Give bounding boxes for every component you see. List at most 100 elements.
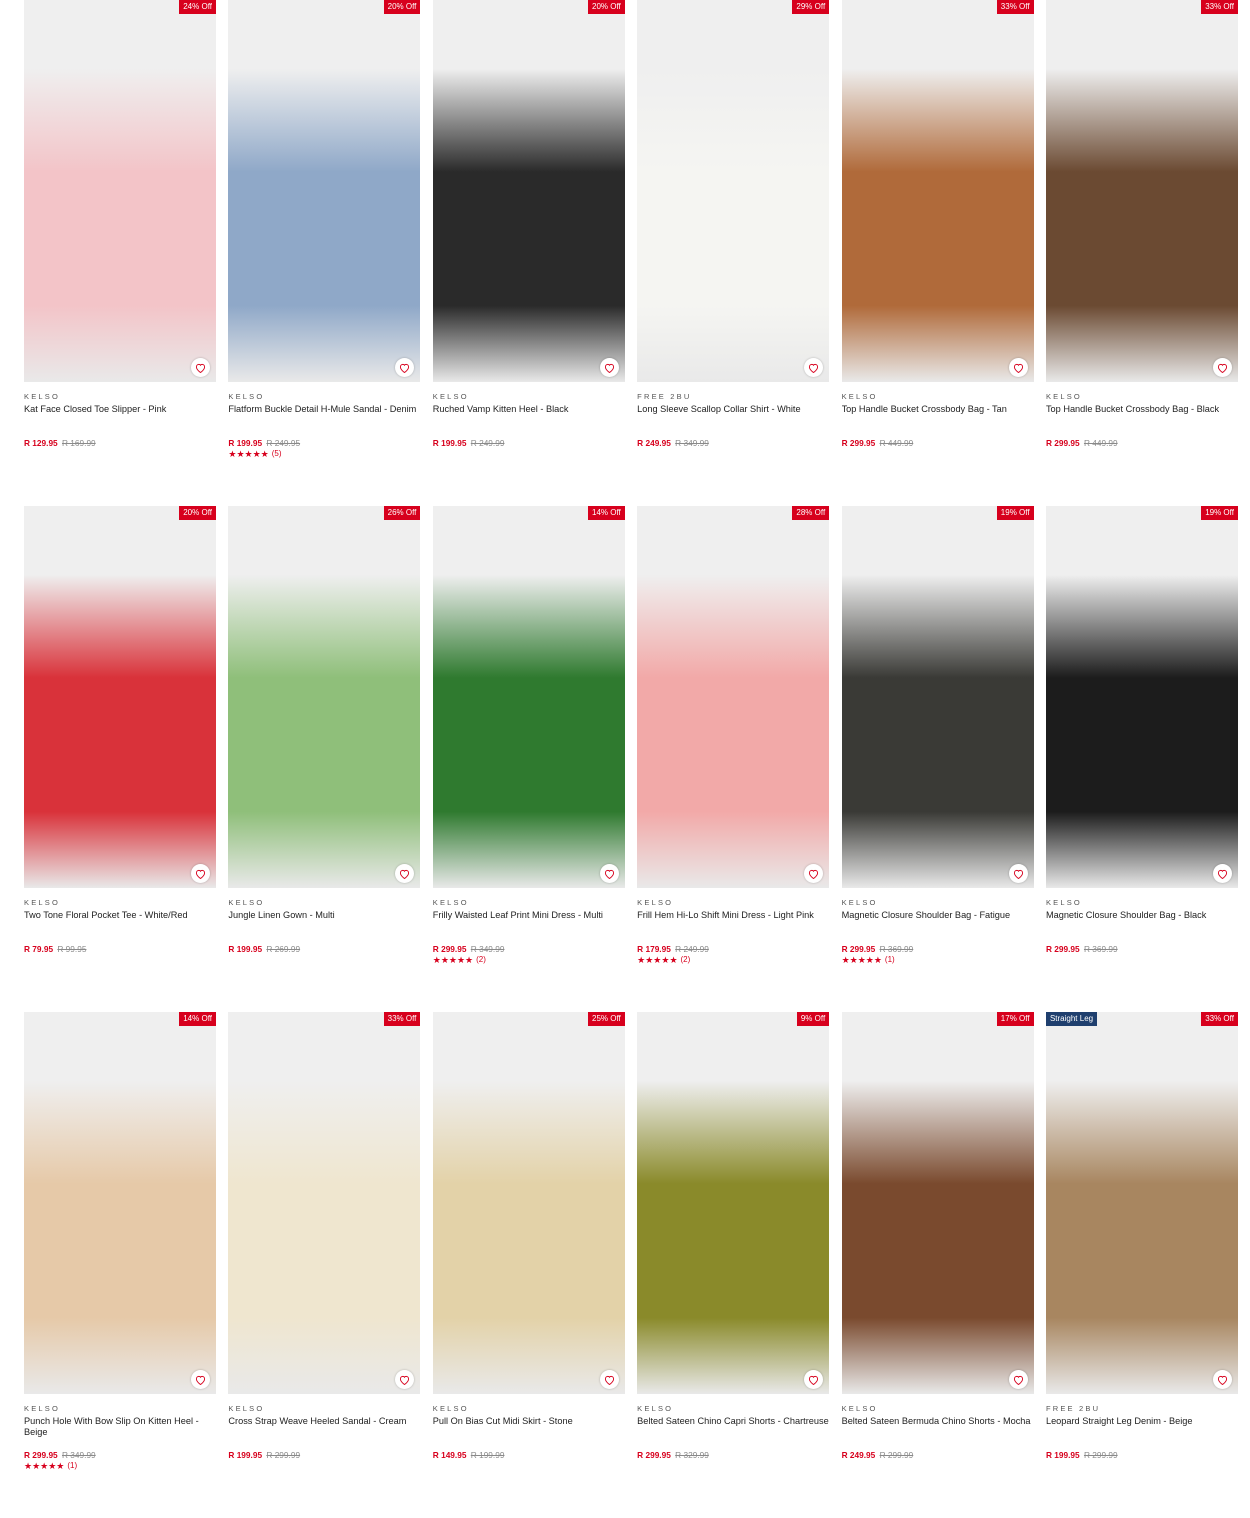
product-card[interactable]: 25% Off KELSO Pull On Bias Cut Midi Skir… — [432, 1012, 625, 1518]
product-name[interactable]: Flatform Buckle Detail H-Mule Sandal - D… — [228, 404, 420, 428]
original-price: R 299.99 — [1083, 1450, 1118, 1460]
product-price: R 199.95 R 299.99 — [228, 1450, 420, 1460]
product-grid: 24% Off KELSO Kat Face Closed Toe Slippe… — [24, 0, 1238, 1518]
current-price: R 299.95 — [841, 944, 876, 954]
wishlist-button[interactable] — [599, 1370, 619, 1389]
discount-badge: 14% Off — [179, 1012, 216, 1026]
product-card[interactable]: 14% Off KELSO Frilly Waisted Leaf Print … — [432, 506, 625, 1012]
heart-outline-icon — [400, 1375, 410, 1385]
product-image[interactable]: 14% Off — [24, 1012, 216, 1394]
product-name[interactable]: Frill Hem Hi-Lo Shift Mini Dress - Light… — [637, 910, 829, 934]
product-card[interactable]: 20% Off KELSO Flatform Buckle Detail H-M… — [228, 0, 421, 506]
product-image[interactable]: 29% Off — [637, 0, 830, 382]
product-image[interactable]: 9% Off — [637, 1012, 830, 1394]
product-card[interactable]: 28% Off KELSO Frill Hem Hi-Lo Shift Mini… — [637, 506, 830, 1012]
wishlist-button[interactable] — [191, 864, 210, 883]
original-price: R 299.99 — [879, 1450, 914, 1460]
product-photo — [228, 506, 421, 888]
product-image[interactable]: 17% Off — [841, 1012, 1034, 1394]
star-icons: ★★★★★ — [24, 1461, 65, 1471]
discount-badge: 33% Off — [996, 0, 1034, 14]
product-price: R 249.95 R 299.99 — [842, 1450, 1034, 1460]
product-card[interactable]: 29% Off FREE 2BU Long Sleeve Scallop Col… — [637, 0, 830, 506]
product-name[interactable]: Cross Strap Weave Heeled Sandal - Cream — [228, 1416, 420, 1440]
wishlist-button[interactable] — [599, 358, 619, 377]
product-name[interactable]: Pull On Bias Cut Midi Skirt - Stone — [433, 1416, 625, 1440]
product-photo — [228, 1012, 421, 1394]
product-brand: KELSO — [1045, 898, 1082, 907]
product-card[interactable]: 20% Off KELSO Two Tone Floral Pocket Tee… — [24, 506, 216, 1012]
product-image[interactable]: 33% Off Straight Leg — [1045, 1012, 1238, 1394]
product-image[interactable]: 20% Off — [432, 0, 625, 382]
product-card[interactable]: 14% Off KELSO Punch Hole With Bow Slip O… — [24, 1012, 216, 1518]
product-card[interactable]: 33% Off KELSO Top Handle Bucket Crossbod… — [1045, 0, 1238, 506]
product-image[interactable]: 14% Off — [432, 506, 625, 888]
heart-outline-icon — [809, 1375, 819, 1385]
product-card[interactable]: 19% Off KELSO Magnetic Closure Shoulder … — [841, 506, 1034, 1012]
star-icons: ★★★★★ — [228, 449, 269, 459]
product-photo — [1045, 506, 1238, 888]
product-name[interactable]: Two Tone Floral Pocket Tee - White/Red — [24, 910, 216, 934]
product-name[interactable]: Punch Hole With Bow Slip On Kitten Heel … — [24, 1416, 216, 1440]
discount-badge: 29% Off — [792, 0, 830, 14]
wishlist-button[interactable] — [1008, 1370, 1028, 1389]
wishlist-button[interactable] — [1008, 864, 1028, 883]
wishlist-button[interactable] — [1008, 358, 1028, 377]
product-price: R 299.95 R 449.99 — [1046, 438, 1238, 448]
product-image[interactable]: 28% Off — [637, 506, 830, 888]
product-image[interactable]: 26% Off — [228, 506, 421, 888]
wishlist-button[interactable] — [1212, 1370, 1232, 1389]
product-image[interactable]: 25% Off — [432, 1012, 625, 1394]
product-brand: KELSO — [637, 898, 674, 907]
star-icons: ★★★★★ — [841, 955, 882, 965]
product-image[interactable]: 19% Off — [841, 506, 1034, 888]
product-card[interactable]: 33% Off Straight Leg FREE 2BU Leopard St… — [1045, 1012, 1238, 1518]
wishlist-button[interactable] — [599, 864, 619, 883]
product-name[interactable]: Magnetic Closure Shoulder Bag - Fatigue — [842, 910, 1034, 934]
product-card[interactable]: 26% Off KELSO Jungle Linen Gown - Multi … — [228, 506, 421, 1012]
product-name[interactable]: Belted Sateen Bermuda Chino Shorts - Moc… — [842, 1416, 1034, 1440]
product-card[interactable]: 17% Off KELSO Belted Sateen Bermuda Chin… — [841, 1012, 1034, 1518]
wishlist-button[interactable] — [1212, 358, 1232, 377]
product-name[interactable]: Top Handle Bucket Crossbody Bag - Tan — [842, 404, 1034, 428]
product-card[interactable]: 24% Off KELSO Kat Face Closed Toe Slippe… — [24, 0, 216, 506]
wishlist-button[interactable] — [1212, 864, 1232, 883]
product-image[interactable]: 24% Off — [24, 0, 216, 382]
product-name[interactable]: Belted Sateen Chino Capri Shorts - Chart… — [637, 1416, 829, 1440]
original-price: R 199.99 — [470, 1450, 505, 1460]
current-price: R 79.95 — [24, 944, 54, 954]
review-count: (5) — [271, 449, 282, 458]
heart-outline-icon — [809, 869, 819, 879]
current-price: R 199.95 — [432, 438, 467, 448]
product-name[interactable]: Top Handle Bucket Crossbody Bag - Black — [1046, 404, 1238, 428]
product-card[interactable]: 9% Off KELSO Belted Sateen Chino Capri S… — [637, 1012, 830, 1518]
product-card[interactable]: 33% Off KELSO Top Handle Bucket Crossbod… — [841, 0, 1034, 506]
heart-outline-icon — [604, 1375, 614, 1385]
wishlist-button[interactable] — [191, 358, 210, 377]
product-name[interactable]: Kat Face Closed Toe Slipper - Pink — [24, 404, 216, 428]
current-price: R 249.95 — [637, 438, 671, 448]
product-photo — [637, 0, 830, 382]
product-name[interactable]: Ruched Vamp Kitten Heel - Black — [433, 404, 625, 428]
discount-badge: 26% Off — [383, 506, 421, 520]
current-price: R 199.95 — [228, 438, 263, 448]
product-image[interactable]: 20% Off — [228, 0, 421, 382]
product-name[interactable]: Leopard Straight Leg Denim - Beige — [1046, 1416, 1238, 1440]
product-brand: KELSO — [24, 898, 61, 907]
original-price: R 449.99 — [879, 438, 914, 448]
product-image[interactable]: 20% Off — [24, 506, 216, 888]
product-image[interactable]: 33% Off — [228, 1012, 421, 1394]
product-image[interactable]: 33% Off — [1045, 0, 1238, 382]
product-name[interactable]: Long Sleeve Scallop Collar Shirt - White — [637, 404, 829, 428]
product-brand: KELSO — [228, 898, 265, 907]
product-image[interactable]: 33% Off — [841, 0, 1034, 382]
product-card[interactable]: 20% Off KELSO Ruched Vamp Kitten Heel - … — [432, 0, 625, 506]
product-name[interactable]: Frilly Waisted Leaf Print Mini Dress - M… — [433, 910, 625, 934]
wishlist-button[interactable] — [191, 1370, 210, 1389]
original-price: R 369.99 — [1083, 944, 1118, 954]
product-name[interactable]: Magnetic Closure Shoulder Bag - Black — [1046, 910, 1238, 934]
product-image[interactable]: 19% Off — [1045, 506, 1238, 888]
product-card[interactable]: 33% Off KELSO Cross Strap Weave Heeled S… — [228, 1012, 421, 1518]
product-name[interactable]: Jungle Linen Gown - Multi — [228, 910, 420, 934]
product-card[interactable]: 19% Off KELSO Magnetic Closure Shoulder … — [1045, 506, 1238, 1012]
